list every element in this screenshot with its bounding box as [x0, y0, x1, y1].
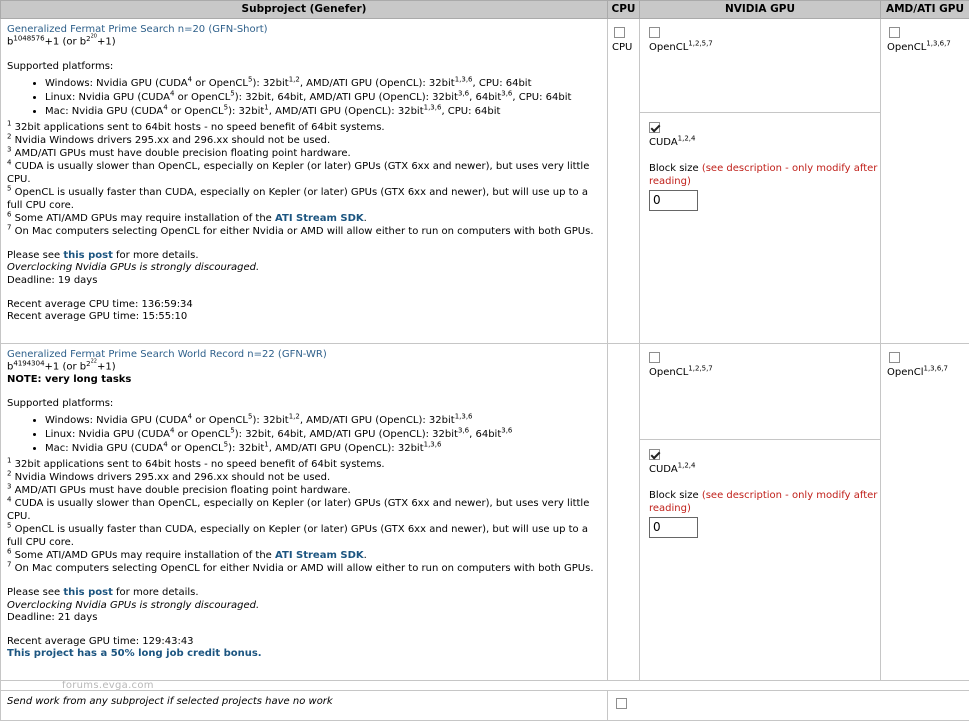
- platform-item-linux: Linux: Nvidia GPU (CUDA4 or OpenCL5): 32…: [45, 91, 601, 104]
- footnote-5: 5 OpenCL is usually faster than CUDA, es…: [7, 186, 601, 212]
- gfn-short-nvidia-cell: OpenCL1,2,5,7 CUDA1,2,4 Block size (see …: [640, 19, 881, 344]
- platform-item-windows: Windows: Nvidia GPU (CUDA4 or OpenCL5): …: [45, 77, 601, 90]
- opencl-nv-label: OpenCL1,2,5,7: [649, 367, 880, 379]
- footnote-6: 6 Some ATI/AMD GPUs may require installa…: [7, 549, 601, 562]
- gfn-short-opencl-nv-checkbox[interactable]: [649, 27, 660, 38]
- footnote-3: 3 AMD/ATI GPUs must have double precisio…: [7, 484, 601, 497]
- footnote-7: 7 On Mac computers selecting OpenCL for …: [7, 225, 601, 238]
- platform-item-windows: Windows: Nvidia GPU (CUDA4 or OpenCL5): …: [45, 414, 601, 427]
- overclock-warning: Overclocking Nvidia GPUs is strongly dis…: [7, 600, 601, 612]
- opencl-amd-label: OpenCl1,3,6,7: [887, 367, 969, 379]
- any-work-description: Send work from any subproject if selecte…: [1, 691, 608, 721]
- gfn-wr-description: Generalized Fermat Prime Search World Re…: [1, 344, 608, 681]
- header-nvidia: NVIDIA GPU: [640, 1, 881, 19]
- gfn-wr-opencl-amd-checkbox[interactable]: [889, 352, 900, 363]
- gfn-short-amd-cell: OpenCL1,3,6,7: [881, 19, 969, 344]
- gfn-wr-bonus: This project has a 50% long job credit b…: [7, 648, 601, 660]
- footnote-5: 5 OpenCL is usually faster than CUDA, es…: [7, 523, 601, 549]
- overclock-warning: Overclocking Nvidia GPUs is strongly dis…: [7, 262, 601, 274]
- any-work-label: Send work from any subproject if selecte…: [1, 691, 607, 708]
- header-cpu: CPU: [608, 1, 640, 19]
- preferences-table: Subproject (Genefer) CPU NVIDIA GPU AMD/…: [0, 0, 969, 721]
- this-post-link[interactable]: this post: [63, 250, 113, 261]
- gfn-short-deadline: Deadline: 19 days: [7, 275, 601, 287]
- footnote-4: 4 CUDA is usually slower than OpenCL, es…: [7, 497, 601, 523]
- this-post-link[interactable]: this post: [63, 587, 113, 598]
- supported-platforms-label: Supported platforms:: [7, 398, 601, 410]
- platform-item-mac: Mac: Nvidia GPU (CUDA4 or OpenCL5): 32bi…: [45, 105, 601, 118]
- footnote-2: 2 Nvidia Windows drivers 295.xx and 296.…: [7, 471, 601, 484]
- post-notice: Please see this post for more details.: [7, 250, 601, 262]
- platform-item-linux: Linux: Nvidia GPU (CUDA4 or OpenCL5): 32…: [45, 428, 601, 441]
- platform-item-mac: Mac: Nvidia GPU (CUDA4 or OpenCL5): 32bi…: [45, 442, 601, 455]
- gfn-short-cuda-checkbox[interactable]: [649, 122, 660, 133]
- ati-stream-sdk-link[interactable]: ATI Stream SDK: [275, 213, 364, 224]
- block-size-label: Block size (see description - only modif…: [649, 490, 880, 514]
- gfn-short-block-size-input[interactable]: [649, 190, 698, 211]
- gfn-short-formula: b1048576+1 (or b220+1): [7, 36, 601, 49]
- gfn-wr-opencl-nv-checkbox[interactable]: [649, 352, 660, 363]
- gfn-short-cpu-time: Recent average CPU time: 136:59:34: [7, 299, 601, 311]
- gfn-wr-cuda-checkbox[interactable]: [649, 449, 660, 460]
- footnote-7: 7 On Mac computers selecting OpenCL for …: [7, 562, 601, 575]
- gfn-wr-amd-cell: OpenCl1,3,6,7: [881, 344, 969, 681]
- header-subproject: Subproject (Genefer): [1, 1, 608, 19]
- block-size-label: Block size (see description - only modif…: [649, 163, 880, 187]
- gfn-wr-formula: b4194304+1 (or b222+1): [7, 361, 601, 374]
- post-notice: Please see this post for more details.: [7, 587, 601, 599]
- gfn-wr-note: NOTE: very long tasks: [7, 374, 601, 386]
- gfn-short-opencl-amd-checkbox[interactable]: [889, 27, 900, 38]
- gfn-wr-gpu-time: Recent average GPU time: 129:43:43: [7, 636, 601, 648]
- footnote-4: 4 CUDA is usually slower than OpenCL, es…: [7, 160, 601, 186]
- footnotes: 1 32bit applications sent to 64bit hosts…: [7, 458, 601, 575]
- gfn-wr-cpu-cell: [608, 344, 640, 681]
- gfn-short-platform-list: Windows: Nvidia GPU (CUDA4 or OpenCL5): …: [7, 77, 601, 118]
- ati-stream-sdk-link[interactable]: ATI Stream SDK: [275, 550, 364, 561]
- gfn-short-cpu-checkbox[interactable]: [614, 27, 625, 38]
- watermark: forums.evga.com: [62, 680, 154, 692]
- footnotes: 1 32bit applications sent to 64bit hosts…: [7, 121, 601, 238]
- cpu-option-label: CPU: [612, 42, 639, 54]
- any-work-checkbox[interactable]: [616, 698, 627, 709]
- header-amd: AMD/ATI GPU: [881, 1, 969, 19]
- gfn-wr-nvidia-cell: OpenCL1,2,5,7 CUDA1,2,4 Block size (see …: [640, 344, 881, 681]
- opencl-nv-label: OpenCL1,2,5,7: [649, 42, 880, 54]
- cuda-label: CUDA1,2,4: [649, 464, 880, 476]
- footnote-2: 2 Nvidia Windows drivers 295.xx and 296.…: [7, 134, 601, 147]
- footnote-1: 1 32bit applications sent to 64bit hosts…: [7, 458, 601, 471]
- gfn-wr-platform-list: Windows: Nvidia GPU (CUDA4 or OpenCL5): …: [7, 414, 601, 455]
- gfn-wr-block-size-input[interactable]: [649, 517, 698, 538]
- any-work-option-cell: [608, 691, 969, 721]
- cuda-label: CUDA1,2,4: [649, 137, 880, 149]
- footnote-1: 1 32bit applications sent to 64bit hosts…: [7, 121, 601, 134]
- supported-platforms-label: Supported platforms:: [7, 61, 601, 73]
- footnote-6: 6 Some ATI/AMD GPUs may require installa…: [7, 212, 601, 225]
- gfn-short-gpu-time: Recent average GPU time: 15:55:10: [7, 311, 601, 323]
- gfn-short-description: Generalized Fermat Prime Search n=20 (GF…: [1, 19, 608, 344]
- gfn-short-cpu-cell: CPU: [608, 19, 640, 344]
- gfn-wr-deadline: Deadline: 21 days: [7, 612, 601, 624]
- footnote-3: 3 AMD/ATI GPUs must have double precisio…: [7, 147, 601, 160]
- opencl-amd-label: OpenCL1,3,6,7: [887, 42, 969, 54]
